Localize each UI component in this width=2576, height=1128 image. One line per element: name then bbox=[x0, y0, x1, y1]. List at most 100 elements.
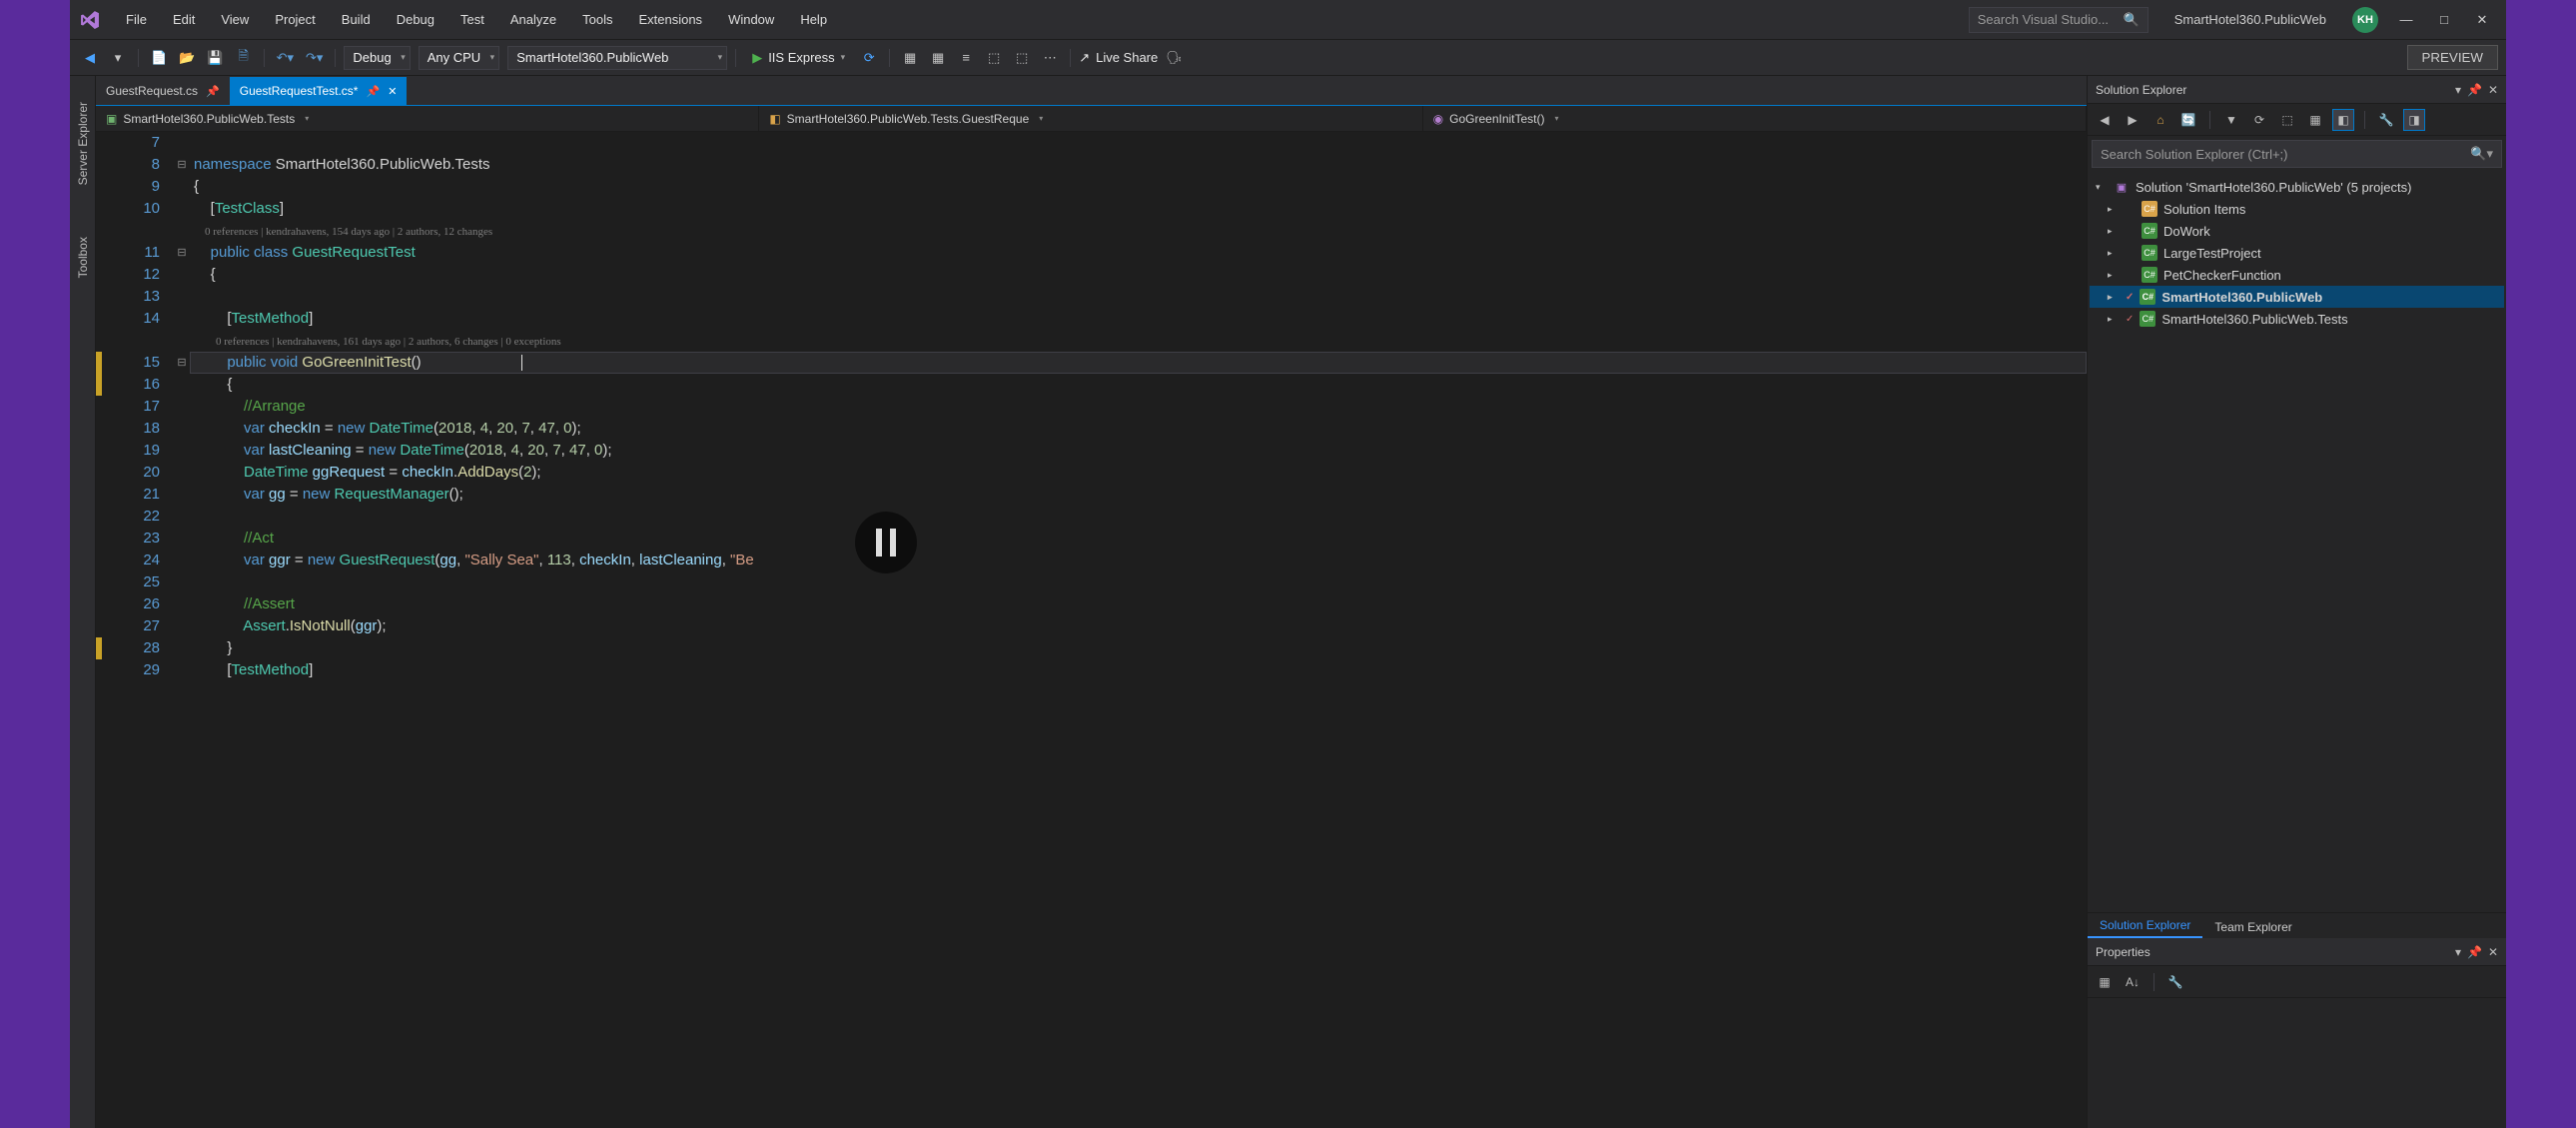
tree-item-SmartHotel360-PublicWeb-Tests[interactable]: ▸✓C#SmartHotel360.PublicWeb.Tests bbox=[2090, 308, 2504, 330]
properties-header: Properties ▾ 📌 ✕ bbox=[2088, 938, 2506, 966]
doc-tab-GuestRequest-cs[interactable]: GuestRequest.cs📌 bbox=[96, 77, 230, 105]
tab-solution-explorer[interactable]: Solution Explorer bbox=[2088, 914, 2202, 938]
navigation-bar: ▣ SmartHotel360.PublicWeb.Tests▾ ◧ Smart… bbox=[96, 106, 2087, 132]
tool-button-5[interactable]: ⬚ bbox=[1010, 46, 1034, 70]
menu-analyze[interactable]: Analyze bbox=[498, 6, 568, 33]
method-icon: ◉ bbox=[1433, 112, 1443, 126]
tool-button-4[interactable]: ⬚ bbox=[982, 46, 1006, 70]
menu-build[interactable]: Build bbox=[330, 6, 383, 33]
config-dropdown[interactable]: Debug bbox=[344, 46, 410, 70]
menu-extensions[interactable]: Extensions bbox=[626, 6, 714, 33]
code-text[interactable]: namespace SmartHotel360.PublicWeb.Tests{… bbox=[190, 132, 2087, 1128]
left-tool-rail: Server Explorer Toolbox bbox=[70, 76, 96, 1128]
right-bottom-tabs: Solution Explorer Team Explorer bbox=[2088, 912, 2506, 938]
user-avatar[interactable]: KH bbox=[2352, 7, 2378, 33]
menu-project[interactable]: Project bbox=[263, 6, 327, 33]
feedback-button[interactable]: 🗣 bbox=[1162, 46, 1187, 70]
save-button[interactable]: 💾 bbox=[203, 46, 227, 70]
menu-view[interactable]: View bbox=[209, 6, 261, 33]
tree-item-Solution-Items[interactable]: ▸C#Solution Items bbox=[2090, 198, 2504, 220]
code-editor[interactable]: 7891011121314151617181920212223242526272… bbox=[96, 132, 2087, 1128]
document-tab-well: GuestRequest.cs📌GuestRequestTest.cs*📌✕ bbox=[96, 76, 2087, 106]
se-sync-button[interactable]: 🔄 bbox=[2177, 109, 2199, 131]
class-icon: ◧ bbox=[769, 112, 780, 126]
live-share-button[interactable]: ↗ Live Share bbox=[1079, 50, 1158, 66]
nav-back-button[interactable]: ◀ bbox=[78, 46, 102, 70]
menu-debug[interactable]: Debug bbox=[385, 6, 446, 33]
vs-logo-icon bbox=[76, 6, 104, 34]
rail-tab-toolbox[interactable]: Toolbox bbox=[74, 231, 92, 284]
props-pages-button[interactable]: 🔧 bbox=[2164, 971, 2186, 993]
panel-close-icon[interactable]: ✕ bbox=[2488, 945, 2498, 959]
close-button[interactable]: ✕ bbox=[2464, 6, 2500, 34]
new-project-button[interactable]: 📄 bbox=[147, 46, 171, 70]
tree-item-PetCheckerFunction[interactable]: ▸C#PetCheckerFunction bbox=[2090, 264, 2504, 286]
panel-dropdown-icon[interactable]: ▾ bbox=[2455, 83, 2461, 97]
properties-grid[interactable] bbox=[2088, 998, 2506, 1128]
tab-team-explorer[interactable]: Team Explorer bbox=[2202, 916, 2303, 938]
titlebar: FileEditViewProjectBuildDebugTestAnalyze… bbox=[70, 0, 2506, 40]
tree-item-LargeTestProject[interactable]: ▸C#LargeTestProject bbox=[2090, 242, 2504, 264]
open-file-button[interactable]: 📂 bbox=[175, 46, 199, 70]
menu-test[interactable]: Test bbox=[448, 6, 496, 33]
tool-button-2[interactable]: ▦ bbox=[926, 46, 950, 70]
properties-toolbar: ▦ A↓ 🔧 bbox=[2088, 966, 2506, 998]
se-refresh-button[interactable]: ⟳ bbox=[2248, 109, 2270, 131]
props-alpha-button[interactable]: A↓ bbox=[2122, 971, 2144, 993]
menu-window[interactable]: Window bbox=[716, 6, 786, 33]
tool-button-6[interactable]: ⋯ bbox=[1038, 46, 1062, 70]
rail-tab-server-explorer[interactable]: Server Explorer bbox=[74, 96, 92, 191]
panel-pin-icon[interactable]: 📌 bbox=[2467, 945, 2482, 959]
properties-panel: Properties ▾ 📌 ✕ ▦ A↓ 🔧 bbox=[2088, 938, 2506, 1128]
nav-member-dropdown[interactable]: ◉ GoGreenInitTest()▾ bbox=[1423, 106, 2087, 131]
close-tab-icon[interactable]: ✕ bbox=[388, 85, 397, 98]
menu-edit[interactable]: Edit bbox=[161, 6, 207, 33]
se-showall-button[interactable]: ▦ bbox=[2304, 109, 2326, 131]
panel-pin-icon[interactable]: 📌 bbox=[2467, 83, 2482, 97]
se-properties-button[interactable]: 🔧 bbox=[2375, 109, 2397, 131]
save-all-button[interactable]: 🗎 bbox=[232, 46, 256, 70]
se-back-button[interactable]: ◀ bbox=[2094, 109, 2116, 131]
solution-explorer-header: Solution Explorer ▾ 📌 ✕ bbox=[2088, 76, 2506, 104]
menu-help[interactable]: Help bbox=[788, 6, 839, 33]
start-debug-button[interactable]: ▶ IIS Express ▾ bbox=[744, 50, 853, 66]
nav-class-dropdown[interactable]: ◧ SmartHotel360.PublicWeb.Tests.GuestReq… bbox=[759, 106, 1422, 131]
fold-column[interactable]: ⊟⊟⊟ bbox=[174, 132, 190, 1128]
minimize-button[interactable]: ― bbox=[2388, 6, 2424, 34]
quick-search-input[interactable]: Search Visual Studio... 🔍 bbox=[1969, 7, 2148, 33]
menu-tools[interactable]: Tools bbox=[570, 6, 624, 33]
doc-tab-GuestRequestTest-cs[interactable]: GuestRequestTest.cs*📌✕ bbox=[230, 77, 408, 105]
se-forward-button[interactable]: ▶ bbox=[2122, 109, 2144, 131]
se-home-button[interactable]: ⌂ bbox=[2149, 109, 2171, 131]
tool-button-3[interactable]: ≡ bbox=[954, 46, 978, 70]
props-categorized-button[interactable]: ▦ bbox=[2094, 971, 2116, 993]
nav-project-dropdown[interactable]: ▣ SmartHotel360.PublicWeb.Tests▾ bbox=[96, 106, 759, 131]
search-icon: 🔍 bbox=[2124, 12, 2140, 28]
preview-button[interactable]: PREVIEW bbox=[2407, 45, 2498, 70]
solution-explorer-search[interactable]: Search Solution Explorer (Ctrl+;) 🔍▾ bbox=[2092, 140, 2502, 168]
se-collapse-button[interactable]: ⬚ bbox=[2276, 109, 2298, 131]
panel-close-icon[interactable]: ✕ bbox=[2488, 83, 2498, 97]
se-view-button[interactable]: ◨ bbox=[2403, 109, 2425, 131]
undo-button[interactable]: ↶▾ bbox=[273, 46, 298, 70]
nav-forward-dropdown[interactable]: ▾ bbox=[106, 46, 130, 70]
tree-item-DoWork[interactable]: ▸C#DoWork bbox=[2090, 220, 2504, 242]
solution-explorer-toolbar: ◀ ▶ ⌂ 🔄 ▼ ⟳ ⬚ ▦ ◧ 🔧 ◨ bbox=[2088, 104, 2506, 136]
pin-icon[interactable]: 📌 bbox=[366, 85, 380, 98]
tool-button-1[interactable]: ▦ bbox=[898, 46, 922, 70]
platform-dropdown[interactable]: Any CPU bbox=[419, 46, 499, 70]
solution-tree[interactable]: ▾▣Solution 'SmartHotel360.PublicWeb' (5 … bbox=[2088, 172, 2506, 912]
se-filter-button[interactable]: ▼ bbox=[2220, 109, 2242, 131]
play-icon: ▶ bbox=[752, 50, 762, 66]
startup-project-dropdown[interactable]: SmartHotel360.PublicWeb bbox=[507, 46, 727, 70]
maximize-button[interactable]: □ bbox=[2426, 6, 2462, 34]
tree-item-SmartHotel360-PublicWeb[interactable]: ▸✓C#SmartHotel360.PublicWeb bbox=[2090, 286, 2504, 308]
redo-button[interactable]: ↷▾ bbox=[302, 46, 327, 70]
menu-file[interactable]: File bbox=[114, 6, 159, 33]
share-icon: ↗ bbox=[1079, 50, 1090, 66]
solution-root[interactable]: ▾▣Solution 'SmartHotel360.PublicWeb' (5 … bbox=[2090, 176, 2504, 198]
se-preview-button[interactable]: ◧ bbox=[2332, 109, 2354, 131]
pin-icon[interactable]: 📌 bbox=[206, 85, 220, 98]
refresh-button[interactable]: ⟳ bbox=[857, 46, 881, 70]
panel-dropdown-icon[interactable]: ▾ bbox=[2455, 945, 2461, 959]
